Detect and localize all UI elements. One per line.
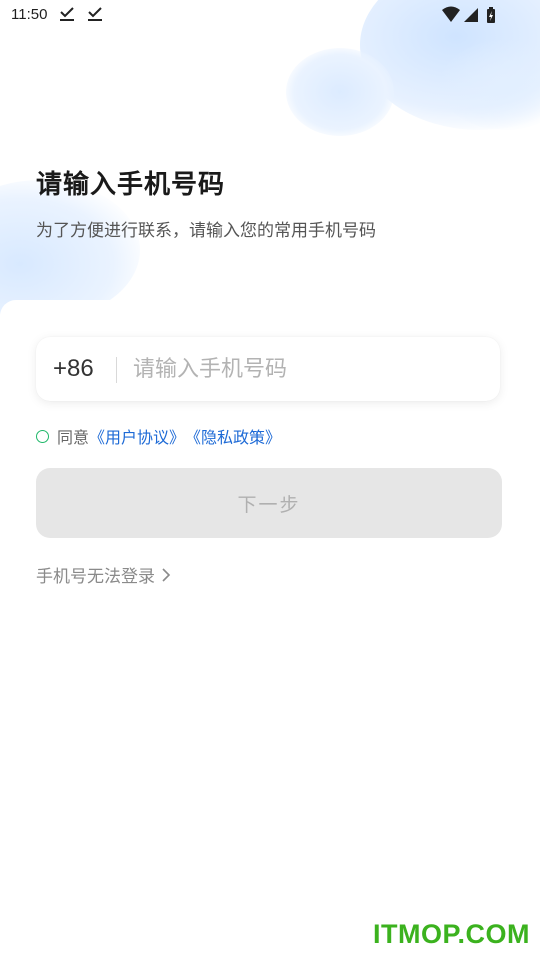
wifi-icon [442, 6, 460, 22]
battery-icon [487, 7, 495, 23]
phone-number-input[interactable] [133, 351, 483, 387]
agreement-prefix: 同意 [57, 428, 90, 447]
cannot-login-label: 手机号无法登录 [36, 567, 155, 587]
page-subtitle: 为了方便进行联系，请输入您的常用手机号码 [36, 221, 376, 241]
download-done-icon [60, 7, 74, 21]
background-bubble [0, 180, 140, 320]
cannot-login-link[interactable]: 手机号无法登录 [36, 562, 171, 587]
privacy-policy-link[interactable]: 《隐私政策》 [185, 424, 281, 448]
login-screen: 11:50 请输入手机号码 为了方便进行联系，请输入您的常用手机号码 +86 请… [0, 0, 540, 960]
background-bubble [286, 48, 394, 136]
download-done-icon [88, 7, 102, 21]
status-indicators [442, 6, 495, 23]
divider [116, 357, 117, 383]
next-button[interactable]: 下一步 [36, 468, 502, 538]
chevron-right-icon [162, 567, 171, 582]
user-agreement-link[interactable]: 《用户协议》 [89, 424, 185, 448]
status-time: 11:50 [11, 6, 48, 23]
page-title: 请输入手机号码 [36, 170, 226, 200]
status-bar: 11:50 [0, 0, 540, 32]
country-code[interactable]: +86 [53, 355, 94, 383]
watermark: ITMOP.COM [372, 919, 530, 949]
signal-icon [464, 8, 478, 22]
agreement-row: 同意 《用户协议》 《隐私政策》 [36, 425, 281, 447]
phone-input-card: +86 [36, 337, 500, 401]
agreement-radio[interactable] [36, 429, 49, 443]
